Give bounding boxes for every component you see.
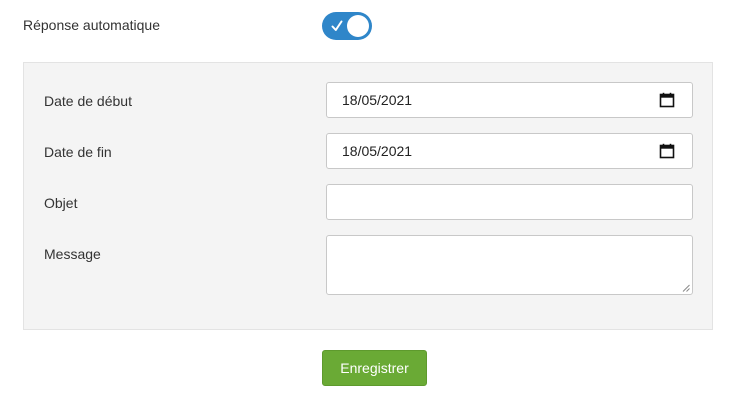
end-date-input[interactable]: 18/05/2021 <box>326 133 693 169</box>
start-date-label: Date de début <box>44 93 132 109</box>
end-date-label: Date de fin <box>44 144 112 160</box>
message-label: Message <box>44 246 101 262</box>
resize-handle-icon[interactable] <box>682 284 690 292</box>
save-button[interactable]: Enregistrer <box>322 350 427 386</box>
autoreply-settings-panel: Date de début 18/05/2021 Date de fin 18/… <box>23 62 713 330</box>
start-date-value: 18/05/2021 <box>342 92 413 108</box>
autoreply-label: Réponse automatique <box>23 17 160 33</box>
end-date-value: 18/05/2021 <box>342 143 413 159</box>
autoreply-toggle[interactable] <box>322 12 372 40</box>
calendar-icon[interactable] <box>659 143 675 159</box>
start-date-input[interactable]: 18/05/2021 <box>326 82 693 118</box>
subject-label: Objet <box>44 195 78 211</box>
check-icon <box>331 20 343 31</box>
message-textarea[interactable] <box>326 235 693 295</box>
subject-input[interactable] <box>326 184 693 220</box>
toggle-knob <box>347 15 369 37</box>
calendar-icon[interactable] <box>659 92 675 108</box>
